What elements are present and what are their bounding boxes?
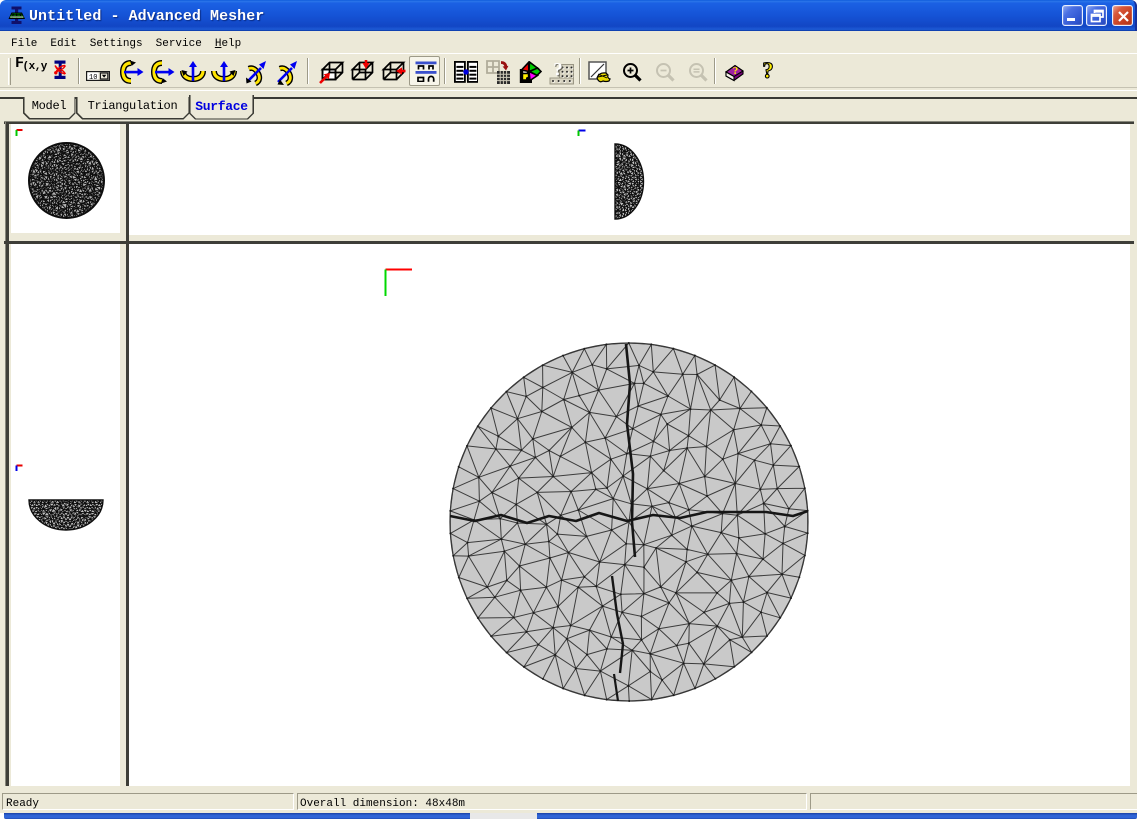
svg-text:10: 10 — [89, 74, 97, 81]
svg-text:?: ? — [733, 65, 739, 77]
svg-text:?: ? — [762, 60, 774, 82]
svg-text:?: ? — [553, 61, 563, 81]
